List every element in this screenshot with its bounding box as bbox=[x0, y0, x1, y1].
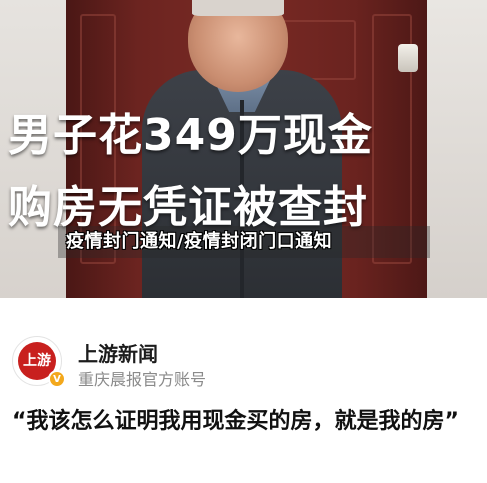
hero-photo: 男子花349万现金 购房无凭证被查封 疫情封门通知/疫情封闭门口通知 bbox=[0, 0, 487, 298]
headline-line-1: 男子花349万现金 bbox=[8, 110, 373, 161]
door-lock bbox=[398, 44, 418, 72]
hair bbox=[192, 0, 284, 16]
article-quote: “我该怎么证明我用现金买的房，就是我的房” bbox=[12, 409, 459, 434]
account-name[interactable]: 上游新闻 bbox=[78, 338, 158, 367]
account-section: 上游 V 上游新闻 重庆晨报官方账号 “我该怎么证明我用现金买的房，就是我的房” bbox=[0, 298, 487, 483]
caption-overlay: 疫情封门通知/疫情封闭门口通知 bbox=[66, 231, 333, 252]
account-description: 重庆晨报官方账号 bbox=[78, 370, 207, 389]
verified-badge-icon: V bbox=[48, 370, 66, 388]
